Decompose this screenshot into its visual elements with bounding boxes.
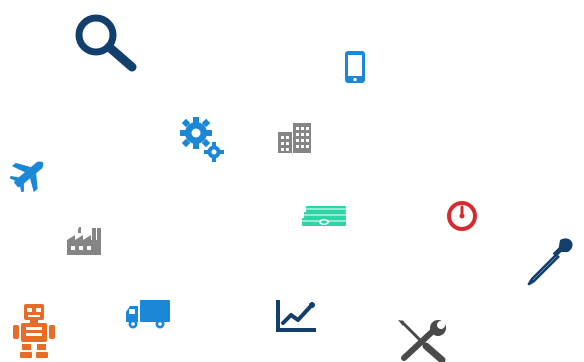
money-stack-icon [300,204,348,228]
airplane-icon [10,156,48,192]
smartphone-icon [342,50,368,84]
buildings-icon [276,120,314,154]
gears-icon [176,115,226,163]
magnifying-glass-icon [70,10,138,72]
icon-canvas [0,0,584,362]
delivery-truck-icon [124,298,172,330]
robot-icon [10,302,58,360]
eyedropper-icon [524,236,574,286]
wrench-screwdriver-icon [392,318,452,362]
line-chart-icon [274,298,318,334]
speedometer-icon [445,200,479,232]
factory-icon [64,224,104,256]
